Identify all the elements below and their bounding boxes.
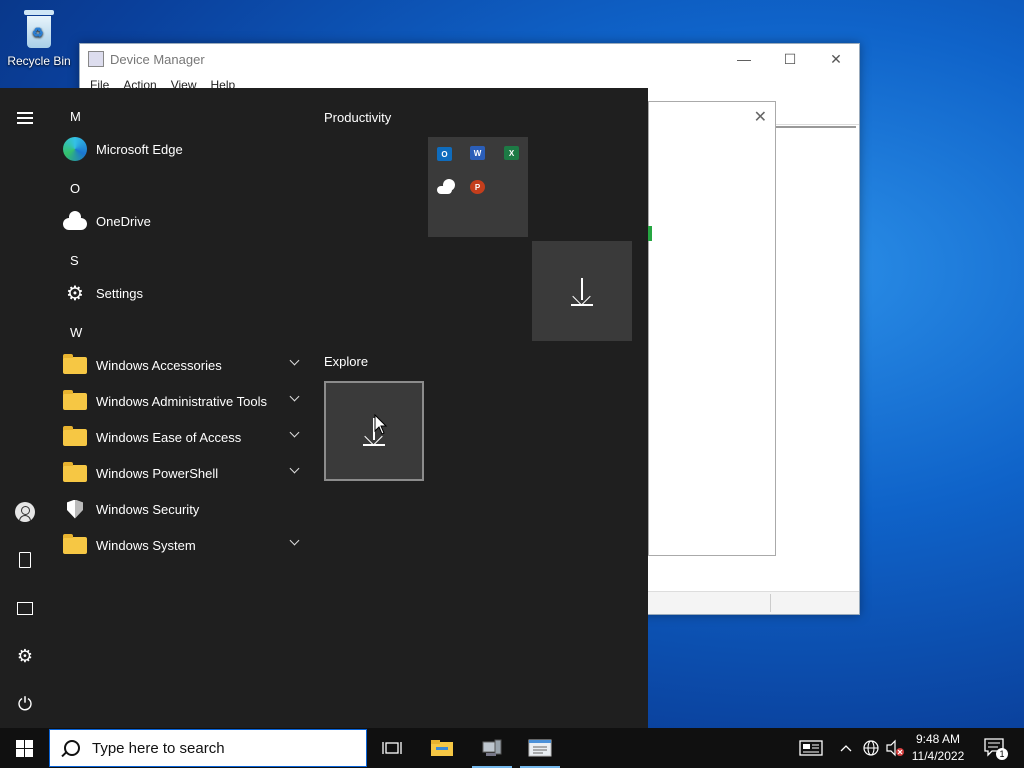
search-box[interactable]: Type here to search <box>49 729 367 767</box>
letter-header-o[interactable]: O <box>70 181 80 196</box>
shield-icon <box>67 499 83 519</box>
settings-gear-icon[interactable]: ⚙ <box>15 646 35 666</box>
app-windows-security[interactable]: Windows Security <box>62 491 306 527</box>
app-label: Windows Accessories <box>96 357 222 373</box>
app-microsoft-edge[interactable]: Microsoft Edge <box>62 131 306 167</box>
chevron-down-icon <box>289 463 300 474</box>
letter-header-w[interactable]: W <box>70 325 82 340</box>
news-widget-icon[interactable] <box>796 728 826 768</box>
app-taskbar-button[interactable] <box>516 728 564 768</box>
productivity-tile-folder[interactable]: O W X P <box>428 137 528 237</box>
app-windows-administrative-tools[interactable]: Windows Administrative Tools <box>62 383 306 419</box>
start-rail: ⚙ ⏻ <box>0 88 50 728</box>
onedrive-icon <box>63 211 87 230</box>
app-onedrive[interactable]: OneDrive <box>62 203 306 239</box>
close-button[interactable]: ✕ <box>813 44 859 74</box>
letter-header-s[interactable]: S <box>70 253 79 268</box>
chevron-down-icon <box>289 355 300 366</box>
documents-icon[interactable] <box>15 550 35 570</box>
app-label: Windows System <box>96 537 196 553</box>
recycle-bin-label: Recycle Bin <box>7 54 71 68</box>
network-globe-icon[interactable] <box>860 728 882 768</box>
folder-icon <box>63 353 87 374</box>
download-icon <box>571 276 593 306</box>
powerpoint-icon: P <box>470 180 485 194</box>
device-manager-icon <box>88 51 104 67</box>
clock-time: 9:48 AM <box>915 732 961 746</box>
device-manager-taskbar-button[interactable] <box>468 728 516 768</box>
app-label: Settings <box>96 285 143 301</box>
group-label-productivity[interactable]: Productivity <box>324 110 391 125</box>
recycle-bin[interactable]: ♻ Recycle Bin <box>4 6 74 68</box>
hamburger-menu-icon[interactable] <box>15 108 35 128</box>
onedrive-mini-icon <box>437 179 455 195</box>
app-label: OneDrive <box>96 213 151 229</box>
settings-icon: ⚙ <box>66 282 84 305</box>
window-app-icon <box>528 739 552 757</box>
app-label: Windows Security <box>96 501 200 517</box>
search-placeholder: Type here to search <box>92 739 225 757</box>
app-windows-powershell[interactable]: Windows PowerShell <box>62 455 306 491</box>
dialog-close-button[interactable]: ✕ <box>754 107 767 127</box>
app-label: Microsoft Edge <box>96 141 183 157</box>
folder-icon <box>63 533 87 554</box>
app-windows-accessories[interactable]: Windows Accessories <box>62 347 306 383</box>
app-windows-system[interactable]: Windows System <box>62 527 306 563</box>
mouse-cursor-icon <box>374 414 388 435</box>
folder-icon <box>63 461 87 482</box>
folder-icon <box>63 389 87 410</box>
file-explorer-button[interactable] <box>418 728 466 768</box>
chevron-down-icon <box>289 427 300 438</box>
task-view-button[interactable] <box>368 728 416 768</box>
excel-icon: X <box>504 146 519 160</box>
edge-icon <box>63 137 87 161</box>
chevron-down-icon <box>289 391 300 402</box>
maximize-button[interactable]: ☐ <box>767 44 813 74</box>
chevron-up-icon[interactable] <box>836 728 856 768</box>
action-center-button[interactable]: 1 <box>980 728 1010 768</box>
taskbar: Type here to search 9:48 AM 11/4/2022 1 <box>0 728 1024 768</box>
progress-indicator <box>648 226 652 241</box>
power-icon[interactable]: ⏻ <box>15 694 35 714</box>
windows-logo-icon <box>15 739 33 757</box>
download-tile[interactable] <box>532 241 632 341</box>
recycle-bin-icon: ♻ <box>22 10 56 50</box>
start-menu: ⚙ ⏻ M Microsoft Edge O OneDrive S ⚙ Sett… <box>0 88 648 728</box>
pictures-icon[interactable] <box>15 598 35 618</box>
system-clock[interactable]: 9:48 AM 11/4/2022 <box>906 731 970 765</box>
group-label-explore[interactable]: Explore <box>324 354 368 369</box>
device-manager-icon <box>482 739 502 756</box>
window-title: Device Manager <box>110 51 205 67</box>
app-label: Windows Administrative Tools <box>96 393 267 409</box>
app-label: Windows Ease of Access <box>96 429 242 445</box>
file-explorer-icon <box>431 740 453 756</box>
user-account-icon[interactable] <box>15 502 35 522</box>
word-icon: W <box>470 146 485 160</box>
folder-icon <box>63 425 87 446</box>
minimize-button[interactable]: — <box>721 44 767 74</box>
notification-count-badge: 1 <box>996 748 1008 760</box>
task-view-icon <box>382 742 402 754</box>
app-windows-ease-of-access[interactable]: Windows Ease of Access <box>62 419 306 455</box>
app-settings[interactable]: ⚙ Settings <box>62 275 306 311</box>
dialog-window: ✕ <box>648 101 776 556</box>
outlook-icon: O <box>437 147 452 161</box>
volume-muted-icon[interactable] <box>884 728 906 768</box>
letter-header-m[interactable]: M <box>70 109 81 124</box>
chevron-down-icon <box>289 535 300 546</box>
start-button[interactable] <box>0 728 48 768</box>
clock-date: 11/4/2022 <box>911 749 965 763</box>
search-icon <box>64 740 80 756</box>
app-label: Windows PowerShell <box>96 465 219 481</box>
